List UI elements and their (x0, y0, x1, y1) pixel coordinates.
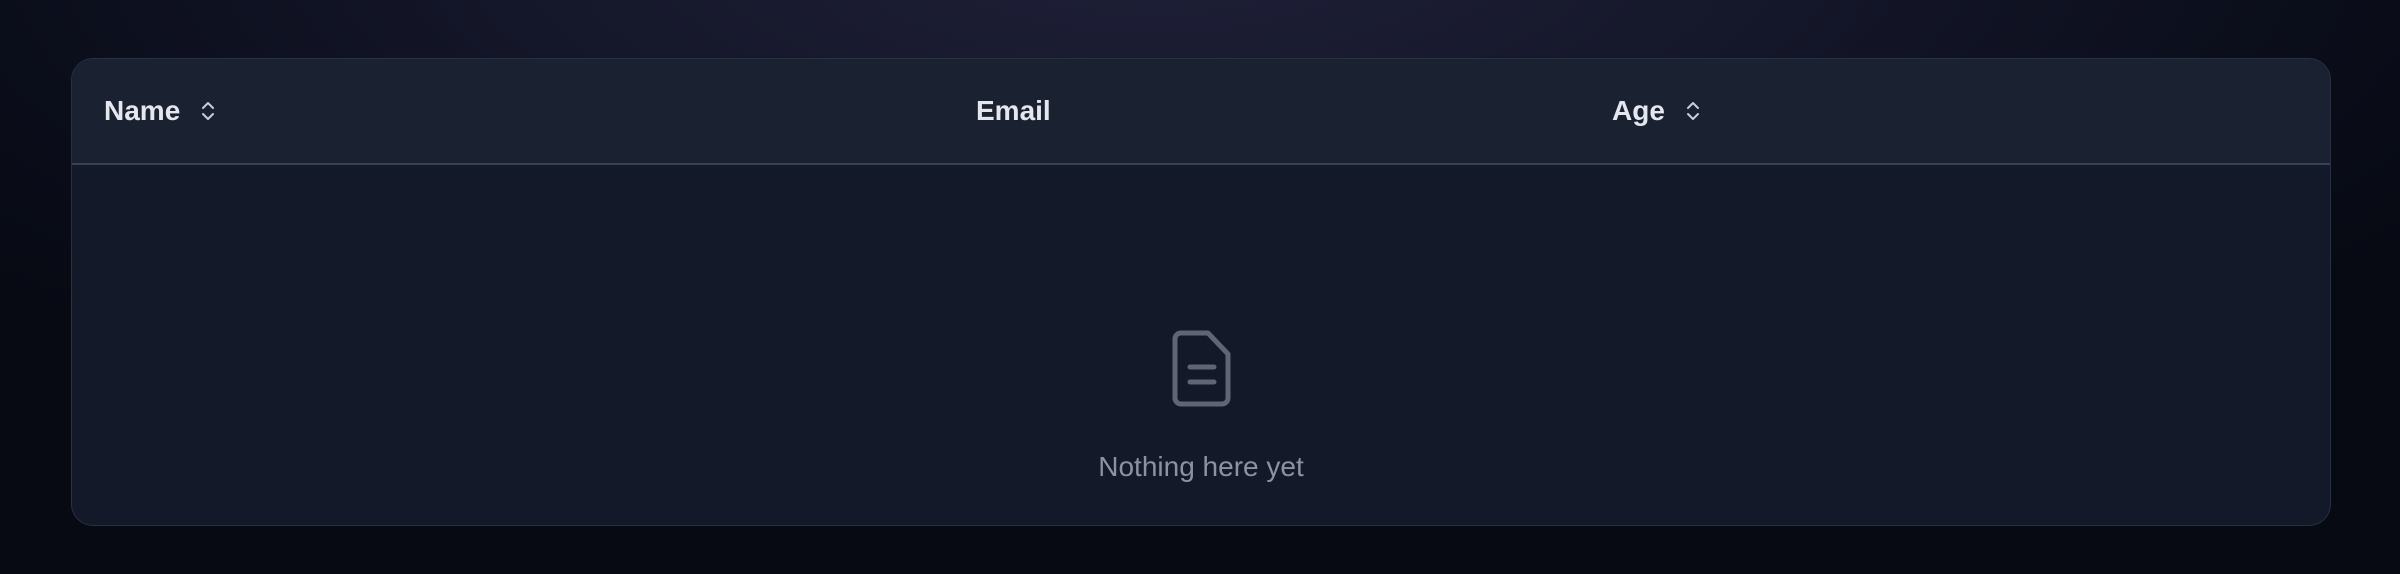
sort-icon[interactable] (199, 97, 217, 125)
column-header-age[interactable]: Age (1612, 59, 1702, 163)
empty-state: Nothing here yet (72, 165, 2330, 525)
sort-icon[interactable] (1684, 97, 1702, 125)
column-header-name[interactable]: Name (104, 59, 217, 163)
table-header: Name Email Age (72, 59, 2330, 165)
column-header-label: Age (1612, 95, 1665, 126)
column-header-email: Email (976, 59, 1051, 163)
file-document-icon (1172, 330, 1231, 407)
empty-state-message: Nothing here yet (1098, 451, 1304, 482)
data-table: Name Email Age Nothing here yet (71, 58, 2331, 526)
column-header-label: Name (104, 95, 181, 126)
column-header-label: Email (976, 95, 1051, 126)
